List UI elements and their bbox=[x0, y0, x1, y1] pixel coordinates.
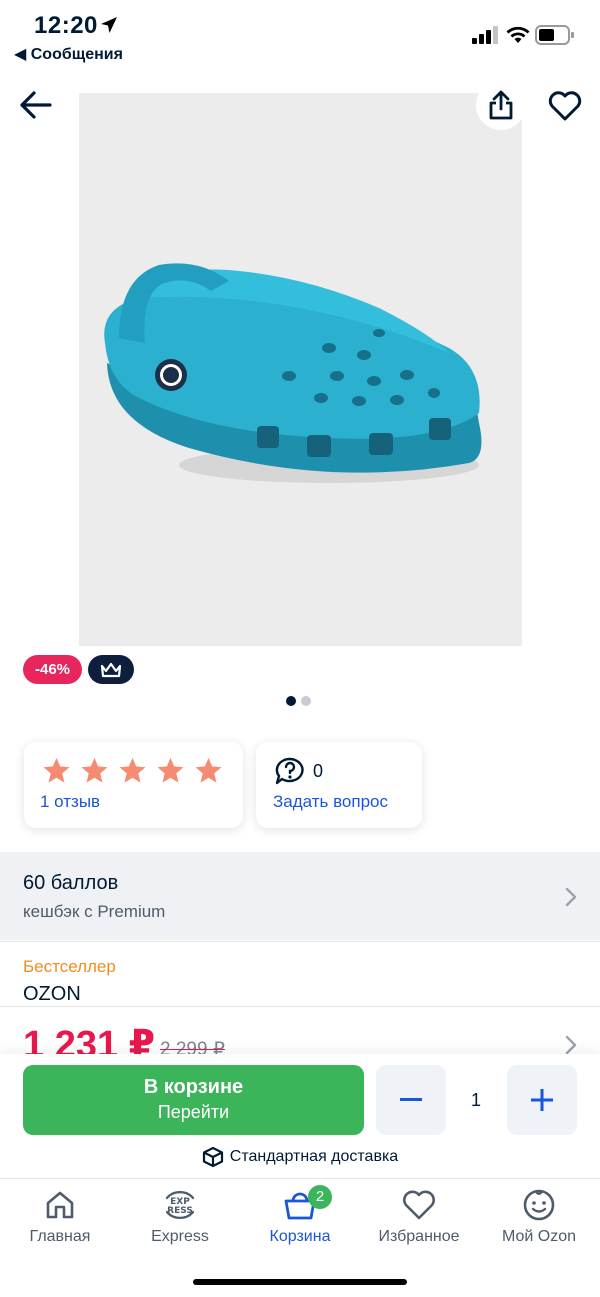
cashback-subtitle: кешбэк с Premium bbox=[23, 902, 166, 921]
location-arrow-icon bbox=[101, 17, 117, 33]
back-to-app-link[interactable]: ◀ Сообщения bbox=[14, 44, 123, 64]
favorite-button[interactable] bbox=[542, 84, 588, 128]
discount-badge: -46% bbox=[23, 655, 83, 684]
cashback-title: 60 баллов bbox=[23, 872, 119, 894]
crown-icon bbox=[100, 662, 122, 677]
gallery-dot[interactable] bbox=[286, 696, 296, 706]
cashback-row[interactable]: 60 баллов кешбэк с Premium bbox=[0, 852, 600, 940]
cart-action-bar: В корзине Перейти 1 Стандартная доставка bbox=[0, 1054, 600, 1178]
cart-count-badge: 2 bbox=[308, 1185, 332, 1209]
seller-row[interactable]: Бестселлер OZON bbox=[0, 941, 600, 1007]
increase-quantity-button[interactable] bbox=[507, 1065, 577, 1135]
express-icon: EXP RESS bbox=[165, 1191, 195, 1219]
tab-label: Главная bbox=[29, 1228, 91, 1245]
star-icon bbox=[43, 757, 70, 783]
ask-question-link[interactable]: Задать вопрос bbox=[273, 792, 388, 812]
tab-home[interactable]: Главная bbox=[0, 1187, 120, 1246]
home-indicator[interactable] bbox=[193, 1279, 407, 1285]
status-bar: 12:20 ◀ Сообщения bbox=[0, 0, 600, 70]
rating-card[interactable]: 1 отзыв bbox=[24, 742, 243, 828]
price-row[interactable]: 1 231 ₽ 2 299 ₽ bbox=[0, 1008, 600, 1054]
reviews-link[interactable]: 1 отзыв bbox=[40, 792, 100, 812]
star-icon bbox=[195, 757, 222, 783]
gallery-dot[interactable] bbox=[301, 696, 311, 706]
battery-icon bbox=[535, 25, 574, 45]
decrease-quantity-button[interactable] bbox=[376, 1065, 446, 1135]
clog-illustration bbox=[104, 263, 482, 483]
current-price: 1 231 ₽ bbox=[23, 1024, 156, 1054]
tab-favorites[interactable]: Избранное bbox=[359, 1187, 479, 1246]
home-icon bbox=[46, 1191, 74, 1219]
star-icon bbox=[157, 757, 184, 783]
share-icon bbox=[489, 90, 513, 120]
delivery-info: Стандартная доставка bbox=[0, 1146, 600, 1168]
questions-card[interactable]: 0 Задать вопрос bbox=[256, 742, 422, 828]
go-to-cart-button[interactable]: В корзине Перейти bbox=[23, 1065, 364, 1135]
box-icon bbox=[202, 1146, 223, 1168]
chevron-right-icon bbox=[565, 887, 577, 907]
quantity-value: 1 bbox=[470, 1090, 481, 1110]
minus-icon bbox=[400, 1098, 422, 1101]
plus-icon bbox=[531, 1089, 553, 1111]
svg-text:RESS: RESS bbox=[167, 1206, 193, 1216]
old-price: 2 299 ₽ bbox=[160, 1039, 225, 1054]
rating-stars bbox=[42, 756, 223, 785]
star-icon bbox=[119, 757, 146, 783]
signal-icon bbox=[472, 26, 498, 44]
wifi-icon bbox=[506, 26, 530, 43]
seller-name: OZON bbox=[23, 983, 81, 1005]
product-badges: -46% bbox=[23, 655, 135, 684]
gallery-pagination bbox=[286, 696, 311, 706]
tab-label: Мой Ozon bbox=[501, 1228, 577, 1245]
questions-count: 0 bbox=[313, 761, 324, 781]
back-button[interactable] bbox=[14, 84, 56, 126]
premium-badge bbox=[88, 655, 135, 684]
bestseller-label: Бестселлер bbox=[23, 957, 116, 976]
chevron-right-icon bbox=[565, 1035, 577, 1054]
cart-button-subtitle: Перейти bbox=[157, 1102, 230, 1122]
tab-label: Избранное bbox=[378, 1228, 460, 1245]
profile-icon bbox=[523, 1189, 555, 1221]
share-button[interactable] bbox=[476, 80, 526, 130]
star-icon bbox=[81, 757, 108, 783]
tab-my-ozon[interactable]: Мой Ozon bbox=[479, 1187, 599, 1246]
heart-icon bbox=[403, 1190, 435, 1220]
question-bubble-icon bbox=[275, 757, 304, 785]
cart-button-title: В корзине bbox=[143, 1076, 244, 1098]
tab-cart[interactable]: 2 Корзина bbox=[240, 1185, 360, 1246]
delivery-label: Стандартная доставка bbox=[229, 1148, 399, 1165]
tab-label: Корзина bbox=[269, 1228, 331, 1245]
heart-icon bbox=[548, 91, 582, 121]
tab-express[interactable]: EXP RESS Express bbox=[120, 1187, 240, 1246]
status-time: 12:20 bbox=[34, 12, 98, 39]
product-image[interactable] bbox=[79, 93, 522, 646]
arrow-left-icon bbox=[20, 91, 52, 119]
tab-label: Express bbox=[151, 1228, 209, 1245]
